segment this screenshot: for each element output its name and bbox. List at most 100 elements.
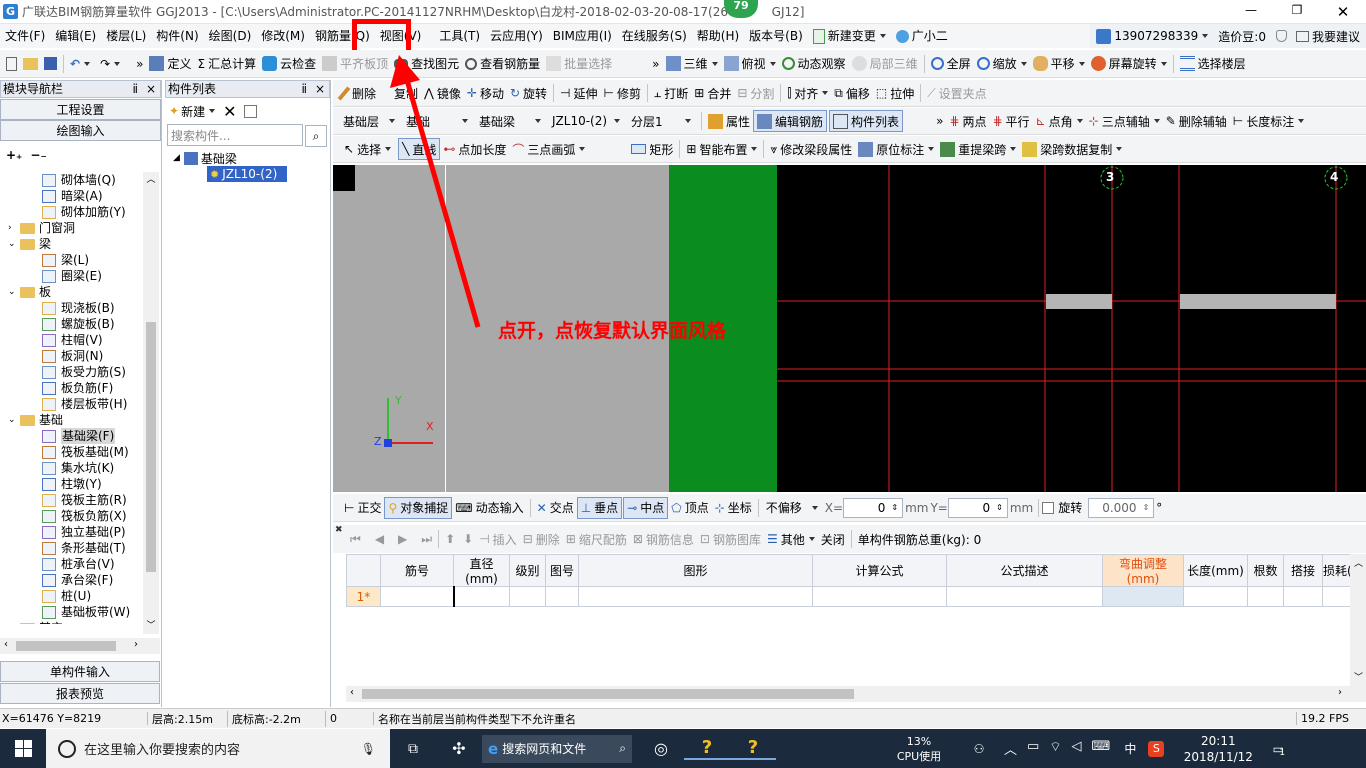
volume-icon[interactable]: ◁ xyxy=(1072,739,1082,758)
scroll-thumb[interactable] xyxy=(146,322,156,572)
ggj-app-icon[interactable]: ? xyxy=(684,737,730,760)
point-len-button[interactable]: ⊷ 点加长度 xyxy=(440,136,509,162)
cell[interactable] xyxy=(545,586,579,607)
expand-icon[interactable]: › xyxy=(8,220,20,236)
tree-item[interactable]: 独立基础(P) xyxy=(0,524,142,540)
menu-floor[interactable]: 楼层(L) xyxy=(101,24,151,48)
tray-people-icon[interactable]: ⚇ xyxy=(964,742,994,756)
move-button[interactable]: ✛ 移动 xyxy=(464,80,507,106)
col-header[interactable]: 直径(mm) xyxy=(453,554,510,587)
grid-close-icon[interactable]: ✖ xyxy=(335,525,343,535)
tree-item[interactable]: 板负筋(F) xyxy=(0,380,142,396)
tree-folder[interactable]: › 门窗洞 xyxy=(0,220,142,236)
tree-item[interactable]: 板洞(N) xyxy=(0,348,142,364)
col-header[interactable]: 级别 xyxy=(509,554,546,587)
tree-scrollbar[interactable]: ︿ ﹀ xyxy=(143,172,159,634)
tree-item[interactable]: 桩(U) xyxy=(0,588,142,604)
search-icon-box[interactable]: ⌕ xyxy=(305,125,327,147)
ggj-app-icon-2[interactable]: ? xyxy=(730,737,776,760)
tree-folder[interactable]: ⌄ 其它 xyxy=(0,620,142,624)
more-icon[interactable]: » xyxy=(933,108,946,134)
y-input[interactable]: 0 ⇕ xyxy=(947,497,1008,518)
edit-rebar-button[interactable]: 编辑钢筋 xyxy=(753,110,828,132)
scroll-right-icon[interactable]: › xyxy=(134,639,138,650)
dim-button[interactable]: ⊢ 长度标注 xyxy=(1230,108,1307,134)
x-input[interactable]: 0 ⇕ xyxy=(843,497,904,518)
notification-center-icon[interactable]: ▭ 1 xyxy=(1264,742,1292,758)
view3d-button[interactable]: 三维 xyxy=(663,50,721,77)
tree-item[interactable]: 砌体墙(Q) xyxy=(0,172,142,188)
tree-folder[interactable]: ⌄ 板 xyxy=(0,284,142,300)
set-point-button[interactable]: ⟋ 设置夹点 xyxy=(924,80,989,106)
tree-item[interactable]: 柱墩(Y) xyxy=(0,476,142,492)
tree-item[interactable]: 柱帽(V) xyxy=(0,332,142,348)
single-input-button[interactable]: 单构件输入 xyxy=(0,661,160,682)
snap-button[interactable]: ⚲ 对象捕捉 xyxy=(384,496,453,519)
chrome-app-icon[interactable]: ◎ xyxy=(638,739,684,758)
tree-folder[interactable]: ⌄ 梁 xyxy=(0,236,142,252)
new-file-icon[interactable] xyxy=(6,56,17,71)
menu-online[interactable]: 在线服务(S) xyxy=(617,24,692,48)
align-button[interactable]: ⫿ 对齐 xyxy=(784,80,831,106)
rebar-info-button[interactable]: ⊠ 钢筋信息 xyxy=(630,525,697,553)
hscroll-thumb[interactable] xyxy=(16,641,116,651)
expand-all-icon[interactable]: +₊ xyxy=(6,148,22,162)
insert-button[interactable]: ⊣ 插入 xyxy=(476,525,519,553)
cell[interactable] xyxy=(578,586,813,607)
pan-button[interactable]: 平移 xyxy=(1030,50,1088,77)
category-select[interactable]: 基础 xyxy=(402,111,472,131)
tree-item[interactable]: 承台梁(F) xyxy=(0,572,142,588)
last-record-icon[interactable]: ⏭ xyxy=(421,532,432,547)
re-span-button[interactable]: 重提梁跨 xyxy=(937,136,1019,162)
ortho-button[interactable]: ⊢ 正交 xyxy=(341,494,384,521)
cell[interactable] xyxy=(380,586,454,607)
collapse-icon[interactable]: ◢ xyxy=(173,153,180,163)
report-preview-button[interactable]: 报表预览 xyxy=(0,683,160,704)
smart-layout-button[interactable]: ⊞ 智能布置 xyxy=(683,136,760,162)
col-header[interactable]: 图形 xyxy=(578,554,813,587)
scroll-down-icon[interactable]: ﹀ xyxy=(1354,670,1363,683)
close-icon[interactable]: × xyxy=(146,81,156,97)
menu-help[interactable]: 帮助(H) xyxy=(692,24,744,48)
other-button[interactable]: ☰ 其他 xyxy=(764,525,818,553)
dyn-input-button[interactable]: ⌨ 动态输入 xyxy=(452,494,526,521)
scroll-left-icon[interactable]: ‹ xyxy=(4,639,8,650)
copy-icon[interactable] xyxy=(244,104,258,118)
batch-select-button[interactable]: 批量选择 xyxy=(543,50,615,77)
microphone-icon[interactable]: 🎙 xyxy=(361,742,376,756)
cell[interactable] xyxy=(812,586,947,607)
menu-version[interactable]: 版本号(B) xyxy=(744,24,808,48)
spin-icon[interactable]: ⇕ xyxy=(996,503,1003,512)
type-select[interactable]: 基础梁 xyxy=(475,111,545,131)
line-button[interactable]: ╲ 直线 xyxy=(398,138,441,160)
find-button[interactable]: 查找图元 xyxy=(391,50,462,77)
split-button[interactable]: ⊟ 分割 xyxy=(734,80,777,106)
restore-button[interactable]: ❐ xyxy=(1274,3,1320,21)
more-icon[interactable]: » xyxy=(649,50,662,77)
menu-tools[interactable]: 工具(T) xyxy=(434,24,485,48)
delete-button[interactable]: 删除 xyxy=(333,80,379,106)
two-point-button[interactable]: ⋕ 两点 xyxy=(946,108,989,134)
tree-item[interactable]: 砌体加筋(Y) xyxy=(0,204,142,220)
menu-bim[interactable]: BIM应用(I) xyxy=(548,24,617,48)
tree-child-selected[interactable]: ✹ JZL10-(2) xyxy=(207,166,287,182)
keyboard-icon[interactable]: ⌨ xyxy=(1092,739,1111,758)
orig-dim-button[interactable]: 原位标注 xyxy=(855,136,937,162)
grid-hscrollbar[interactable]: ‹ › xyxy=(346,686,1350,702)
scroll-left-icon[interactable]: ‹ xyxy=(350,687,354,698)
menu-assistant[interactable]: 广小二 xyxy=(891,24,953,48)
first-record-icon[interactable]: ⏮ xyxy=(350,532,361,547)
drawing-canvas[interactable]: 3 4 Y X Z xyxy=(333,165,1366,492)
tree-item[interactable]: 圈梁(E) xyxy=(0,268,142,284)
rebar-lib-button[interactable]: ⊡ 钢筋图库 xyxy=(697,525,764,553)
del-aux-button[interactable]: ✎ 删除辅轴 xyxy=(1163,108,1230,134)
tree-item[interactable]: 螺旋板(B) xyxy=(0,316,142,332)
define-button[interactable]: 定义 xyxy=(146,50,194,77)
save-icon[interactable] xyxy=(44,57,57,70)
scroll-down-icon[interactable]: ﹀ xyxy=(143,618,159,634)
browser-search-box[interactable]: e 搜索网页和文件 ⌕ xyxy=(482,734,632,763)
copy-button[interactable]: 复制 xyxy=(391,80,421,106)
spin-icon[interactable]: ⇕ xyxy=(891,503,898,512)
grid-delete-button[interactable]: ⊟ 删除 xyxy=(520,525,563,553)
tree-item[interactable]: 现浇板(B) xyxy=(0,300,142,316)
